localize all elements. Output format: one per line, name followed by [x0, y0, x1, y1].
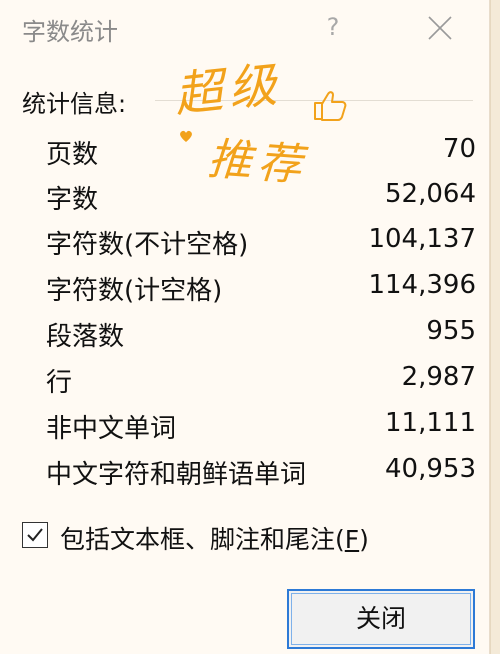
include-textboxes-option[interactable]: 包括文本框、脚注和尾注(F) — [20, 518, 480, 558]
close-button[interactable]: 关闭 — [287, 589, 475, 649]
stat-value: 104,137 — [368, 224, 476, 254]
background-window-edge — [490, 0, 500, 654]
thumbs-up-icon — [314, 91, 347, 121]
stat-row-characters-no-spaces: 字符数(不计空格) 104,137 — [0, 220, 490, 265]
access-key: F — [344, 525, 360, 554]
stat-row-lines: 行 2,987 — [0, 358, 490, 403]
help-icon: ? — [326, 13, 340, 41]
include-textboxes-checkbox[interactable] — [22, 522, 48, 548]
stat-value: 955 — [426, 316, 476, 346]
stat-value: 114,396 — [368, 270, 476, 300]
stat-label: 字数 — [46, 185, 99, 215]
stat-value: 11,111 — [385, 408, 476, 438]
stat-label: 非中文单词 — [46, 414, 177, 444]
include-textboxes-label: 包括文本框、脚注和尾注(F) — [60, 525, 369, 554]
heart-icon — [180, 130, 192, 142]
checkmark-icon — [27, 528, 43, 542]
stat-label: 行 — [46, 368, 73, 398]
stat-row-non-chinese-words: 非中文单词 11,111 — [0, 404, 490, 449]
word-count-dialog: 字数统计 ? 统计信息: 页数 70 字数 52,064 字符数(不计空格) 1… — [0, 0, 490, 654]
sticker-text-line2: 推荐 — [206, 133, 310, 192]
sticker-text-line1: 超级 — [171, 56, 286, 124]
window-close-button[interactable] — [420, 10, 460, 46]
stat-value: 52,064 — [385, 179, 476, 209]
close-icon — [428, 16, 452, 40]
stat-label: 页数 — [46, 140, 99, 170]
stat-row-characters-with-spaces: 字符数(计空格) 114,396 — [0, 266, 490, 311]
recommend-sticker: 超级 推荐 — [170, 48, 360, 208]
window-title: 字数统计 — [22, 18, 118, 46]
help-button[interactable]: ? — [318, 10, 348, 44]
stat-row-paragraphs: 段落数 955 — [0, 312, 490, 357]
stat-value: 40,953 — [385, 454, 476, 484]
statistics-label: 统计信息: — [22, 90, 127, 118]
stat-label: 段落数 — [46, 322, 125, 352]
stat-row-asian-characters: 中文字符和朝鲜语单词 40,953 — [0, 450, 490, 495]
focus-ring — [291, 593, 471, 645]
stat-label: 字符数(计空格) — [46, 276, 223, 306]
stat-value: 2,987 — [401, 362, 476, 392]
stat-label: 中文字符和朝鲜语单词 — [46, 460, 307, 490]
stat-value: 70 — [442, 134, 476, 164]
stat-label: 字符数(不计空格) — [46, 230, 249, 260]
